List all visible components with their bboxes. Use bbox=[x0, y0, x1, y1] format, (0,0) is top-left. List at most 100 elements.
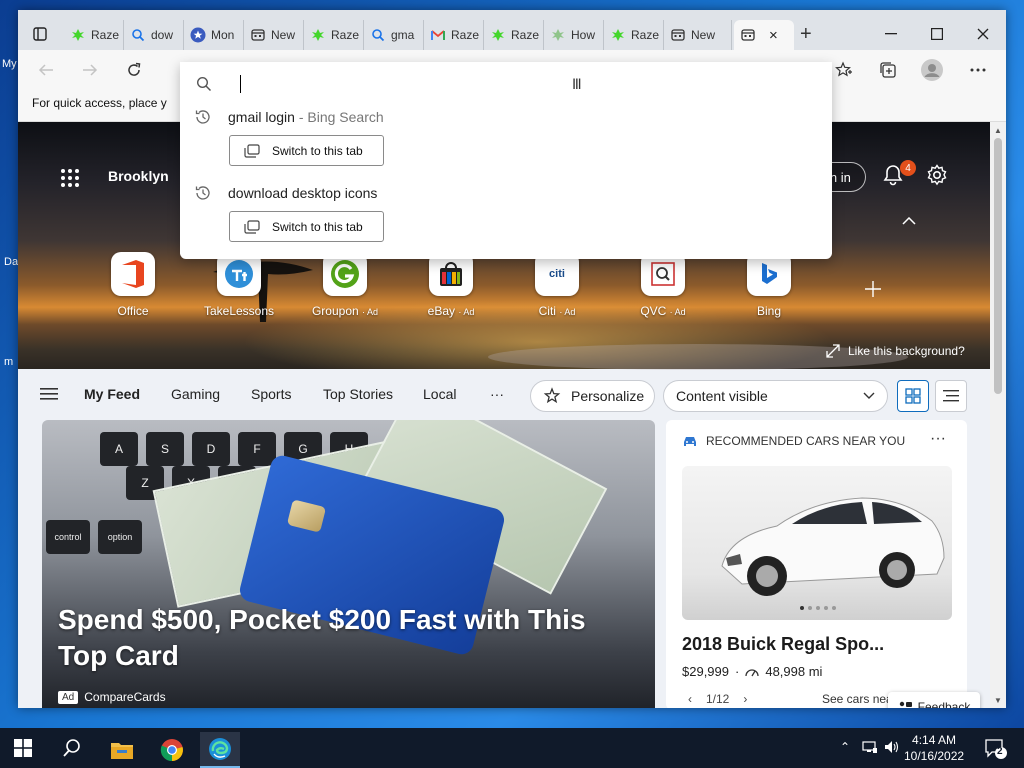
car-icon bbox=[684, 437, 696, 446]
feed-tab-gaming[interactable]: Gaming bbox=[171, 386, 220, 402]
suggestion-text: download desktop icons bbox=[228, 185, 378, 201]
content-visibility-dropdown[interactable]: Content visible bbox=[663, 380, 888, 412]
tab-title: New bbox=[271, 28, 296, 42]
more-options-icon[interactable] bbox=[964, 58, 992, 82]
taskbar-search-icon[interactable] bbox=[62, 738, 82, 761]
story-headline[interactable]: Spend $500, Pocket $200 Fast with This T… bbox=[58, 602, 638, 674]
close-tab-icon[interactable]: × bbox=[769, 27, 778, 44]
next-chevron-icon[interactable]: › bbox=[743, 692, 747, 706]
forward-arrow-icon[interactable] bbox=[76, 58, 104, 82]
favorites-star-icon[interactable] bbox=[830, 58, 858, 82]
apps-grid-icon[interactable] bbox=[60, 168, 80, 191]
tab-title: New bbox=[691, 28, 716, 42]
quick-link-office[interactable]: Office bbox=[88, 252, 178, 318]
page-scrollbar[interactable]: ▲ ▼ bbox=[990, 122, 1006, 708]
browser-tab[interactable]: Raze bbox=[484, 20, 544, 50]
feedback-button[interactable]: Feedback bbox=[888, 692, 980, 708]
tab-actions-menu-icon[interactable] bbox=[28, 22, 52, 46]
settings-gear-icon[interactable] bbox=[926, 164, 948, 189]
quick-link-label: Citi bbox=[538, 304, 556, 318]
grid-view-button[interactable] bbox=[897, 380, 929, 412]
switch-to-tab-button[interactable]: Switch to this tab bbox=[229, 211, 384, 242]
suggestion-item[interactable]: download desktop icons bbox=[194, 184, 377, 202]
razer-icon bbox=[610, 27, 626, 43]
network-icon[interactable] bbox=[862, 740, 878, 757]
personalize-star-icon bbox=[543, 387, 561, 404]
browser-tab[interactable]: Raze bbox=[604, 20, 664, 50]
clock-date: 10/16/2022 bbox=[904, 749, 965, 763]
browser-tab-active[interactable]: × bbox=[734, 20, 794, 50]
hamburger-menu-icon[interactable] bbox=[40, 387, 58, 404]
address-bar-input[interactable] bbox=[196, 70, 816, 98]
citi-logo-text: citi bbox=[549, 268, 565, 280]
browser-tab[interactable]: Raze bbox=[64, 20, 124, 50]
browser-tab[interactable]: Mon bbox=[184, 20, 244, 50]
collections-icon[interactable] bbox=[874, 58, 902, 82]
grid-view-icon bbox=[905, 388, 921, 404]
close-window-icon[interactable] bbox=[960, 20, 1006, 48]
suggestion-item[interactable]: gmail login - Bing Search bbox=[194, 108, 384, 126]
feed-tab-local[interactable]: Local bbox=[423, 386, 456, 402]
browser-tab[interactable]: Raze bbox=[304, 20, 364, 50]
action-center-icon[interactable]: 2 bbox=[984, 738, 1008, 763]
profile-avatar-icon[interactable] bbox=[918, 58, 946, 82]
quick-link-citi[interactable]: citi Citi · Ad bbox=[512, 252, 602, 318]
minimize-icon[interactable] bbox=[868, 20, 914, 48]
history-clock-icon bbox=[195, 186, 210, 200]
scroll-down-arrow-icon[interactable]: ▼ bbox=[994, 696, 1002, 705]
file-explorer-icon[interactable] bbox=[102, 732, 142, 768]
car-listing-title[interactable]: 2018 Buick Regal Spo... bbox=[682, 634, 884, 655]
desktop-icon-label[interactable]: My bbox=[2, 58, 17, 70]
browser-tab[interactable]: New bbox=[664, 20, 732, 50]
like-background-label: Like this background? bbox=[848, 344, 965, 358]
recommended-cars-card[interactable]: RECOMMENDED CARS NEAR YOU ··· 2018 Buick… bbox=[666, 420, 967, 708]
taskbar-clock[interactable]: 4:14 AM 10/16/2022 bbox=[904, 732, 964, 764]
ad-marker: · Ad bbox=[458, 307, 475, 317]
windows-start-icon[interactable] bbox=[14, 739, 32, 760]
feedback-icon bbox=[899, 701, 912, 707]
like-background-link[interactable]: Like this background? bbox=[826, 344, 965, 358]
desktop-icon-label[interactable]: Da bbox=[4, 256, 18, 268]
refresh-icon[interactable] bbox=[120, 58, 148, 82]
quick-link-groupon[interactable]: Groupon · Ad bbox=[300, 252, 390, 318]
clock-time: 4:14 AM bbox=[912, 733, 957, 747]
edge-icon[interactable] bbox=[200, 732, 240, 768]
quick-link-ebay[interactable]: eBay · Ad bbox=[406, 252, 496, 318]
quick-link-bing[interactable]: Bing bbox=[724, 252, 814, 318]
maximize-icon[interactable] bbox=[914, 20, 960, 48]
search-icon bbox=[370, 27, 386, 43]
desktop-icon-label[interactable]: m bbox=[4, 356, 13, 368]
quick-link-qvc[interactable]: QVC · Ad bbox=[618, 252, 708, 318]
browser-tab[interactable]: gma bbox=[364, 20, 424, 50]
add-quick-link-plus-icon[interactable] bbox=[864, 278, 882, 304]
razer-icon bbox=[310, 27, 326, 43]
browser-tab[interactable]: How bbox=[544, 20, 604, 50]
scroll-up-arrow-icon[interactable]: ▲ bbox=[994, 126, 1002, 135]
browser-tab[interactable]: New bbox=[244, 20, 304, 50]
switch-to-tab-button[interactable]: Switch to this tab bbox=[229, 135, 384, 166]
quick-link-takelessons[interactable]: TakeLessons bbox=[194, 252, 284, 318]
new-tab-button[interactable]: + bbox=[800, 24, 812, 44]
see-cars-link[interactable]: See cars nea bbox=[822, 692, 893, 706]
newtab-icon bbox=[740, 27, 756, 43]
list-view-button[interactable] bbox=[935, 380, 967, 412]
feed-more-button[interactable]: ··· bbox=[490, 386, 504, 402]
feed-tab-my-feed[interactable]: My Feed bbox=[84, 386, 140, 402]
ad-marker: · Ad bbox=[362, 307, 379, 317]
car-photo[interactable] bbox=[682, 466, 952, 620]
show-hidden-icons-chevron[interactable]: ⌃ bbox=[840, 740, 850, 754]
featured-story-card[interactable]: A S D F G H Z X C control option Spend $… bbox=[42, 420, 655, 708]
chrome-icon[interactable] bbox=[152, 732, 192, 768]
feed-tab-top-stories[interactable]: Top Stories bbox=[323, 386, 393, 402]
prev-chevron-icon[interactable]: ‹ bbox=[688, 692, 692, 706]
browser-tab[interactable]: dow bbox=[124, 20, 184, 50]
weather-location[interactable]: Brooklyn bbox=[108, 168, 169, 184]
collapse-chevron-up-icon[interactable] bbox=[902, 212, 916, 228]
browser-tab[interactable]: Raze bbox=[424, 20, 484, 50]
scrollbar-thumb[interactable] bbox=[994, 138, 1002, 394]
volume-icon[interactable] bbox=[884, 740, 900, 757]
feed-tab-sports[interactable]: Sports bbox=[251, 386, 291, 402]
back-arrow-icon[interactable] bbox=[32, 58, 60, 82]
card-more-options-button[interactable]: ··· bbox=[930, 430, 946, 448]
personalize-button[interactable]: Personalize bbox=[530, 380, 655, 412]
